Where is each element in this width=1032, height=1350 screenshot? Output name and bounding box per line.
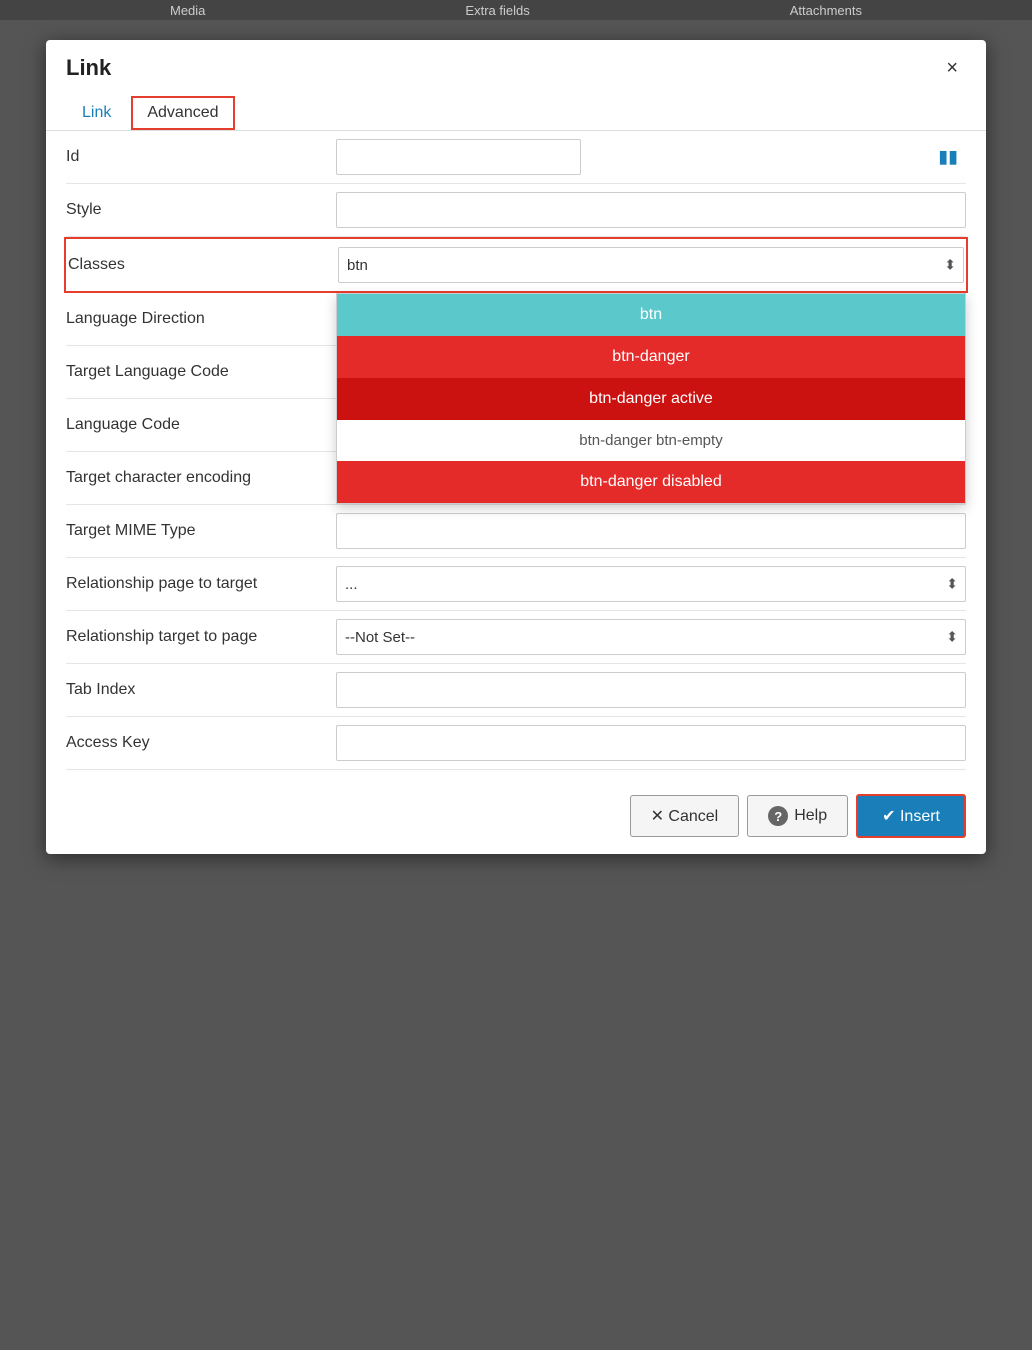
classes-row-wrapper: Classes btn btn-danger btn-danger active… <box>66 237 966 293</box>
tab-advanced[interactable]: Advanced <box>131 96 234 130</box>
field-row-classes: Classes btn btn-danger btn-danger active… <box>64 237 968 293</box>
label-language-direction: Language Direction <box>66 309 336 330</box>
topbar-extra: Extra fields <box>465 3 529 18</box>
field-row-style: Style <box>66 184 966 237</box>
tab-link[interactable]: Link <box>66 96 127 130</box>
dropdown-option-btn-danger-disabled[interactable]: btn-danger disabled <box>337 461 965 503</box>
topbar-media: Media <box>170 3 205 18</box>
dropdown-option-btn-danger-empty[interactable]: btn-danger btn-empty <box>337 420 965 461</box>
label-id: Id <box>66 147 336 168</box>
label-classes: Classes <box>68 255 338 276</box>
label-target-mime: Target MIME Type <box>66 521 336 542</box>
id-input-wrapper: ▮▮ <box>336 139 966 175</box>
style-input[interactable] <box>336 192 966 228</box>
help-button[interactable]: ? Help <box>747 795 848 837</box>
rel-target-to-page-wrapper: --Not Set-- ⬍ <box>336 619 966 655</box>
insert-button[interactable]: ✔ Insert <box>856 794 966 838</box>
dialog-footer: ✕ Cancel ? Help ✔ Insert <box>46 778 986 854</box>
field-row-target-mime: Target MIME Type <box>66 505 966 558</box>
chart-icon: ▮▮ <box>938 147 958 168</box>
dialog-overlay: Media Extra fields Attachments Link × Li… <box>0 0 1032 1350</box>
label-style: Style <box>66 200 336 221</box>
dialog-title: Link <box>66 55 111 81</box>
label-language-code: Language Code <box>66 415 336 436</box>
label-tab-index: Tab Index <box>66 680 336 701</box>
cancel-button[interactable]: ✕ Cancel <box>630 795 740 837</box>
dropdown-option-btn-danger-active[interactable]: btn-danger active <box>337 378 965 420</box>
help-label: Help <box>794 807 827 825</box>
form-area: Id ▮▮ Style Classes btn btn-d <box>46 131 986 770</box>
topbar-attachments: Attachments <box>790 3 862 18</box>
field-row-rel-target-to-page: Relationship target to page --Not Set-- … <box>66 611 966 664</box>
label-access-key: Access Key <box>66 733 336 754</box>
classes-dropdown: btn btn-danger btn-danger active btn-dan… <box>336 293 966 504</box>
target-mime-input[interactable] <box>336 513 966 549</box>
label-rel-target-to-page: Relationship target to page <box>66 627 336 648</box>
rel-target-to-page-select[interactable]: --Not Set-- <box>336 619 966 655</box>
label-target-language-code: Target Language Code <box>66 362 336 383</box>
field-row-tab-index: Tab Index <box>66 664 966 717</box>
dropdown-option-btn-danger[interactable]: btn-danger <box>337 336 965 378</box>
tab-bar: Link Advanced <box>46 86 986 131</box>
field-row-rel-page-to-target: Relationship page to target ... ⬍ <box>66 558 966 611</box>
classes-select-wrapper: btn btn-danger btn-danger active btn-dan… <box>338 247 964 283</box>
link-dialog: Link × Link Advanced Id ▮▮ Style <box>46 40 986 854</box>
tab-index-input[interactable] <box>336 672 966 708</box>
field-row-id: Id ▮▮ <box>66 131 966 184</box>
classes-select[interactable]: btn btn-danger btn-danger active btn-dan… <box>338 247 964 283</box>
close-button[interactable]: × <box>938 54 966 82</box>
rel-page-to-target-select[interactable]: ... <box>336 566 966 602</box>
dropdown-option-btn[interactable]: btn <box>337 294 965 336</box>
id-input[interactable] <box>336 139 581 175</box>
field-row-access-key: Access Key <box>66 717 966 770</box>
access-key-input[interactable] <box>336 725 966 761</box>
label-target-char-encoding: Target character encoding <box>66 468 336 489</box>
help-icon: ? <box>768 806 788 826</box>
rel-page-to-target-wrapper: ... ⬍ <box>336 566 966 602</box>
label-rel-page-to-target: Relationship page to target <box>66 574 336 595</box>
dialog-header: Link × <box>46 40 986 82</box>
